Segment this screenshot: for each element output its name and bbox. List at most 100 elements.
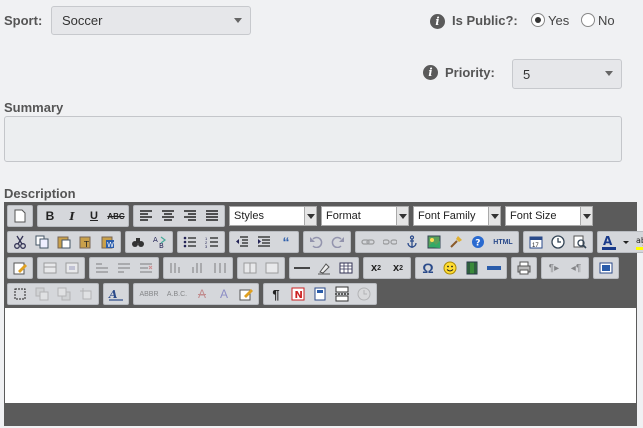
- visual-chars-icon[interactable]: ¶: [265, 284, 287, 304]
- link-icon[interactable]: [357, 232, 379, 252]
- copy-icon[interactable]: [31, 232, 53, 252]
- blockquote-icon[interactable]: “: [275, 232, 297, 252]
- cite-icon[interactable]: ABBR: [135, 284, 163, 304]
- horizontal-rule-icon[interactable]: [291, 258, 313, 278]
- insert-date-icon[interactable]: 17: [525, 232, 547, 252]
- strikethrough-icon[interactable]: ABC: [105, 206, 127, 226]
- paste-icon[interactable]: [53, 232, 75, 252]
- format-dropdown[interactable]: Format: [321, 206, 409, 226]
- paste-word-icon[interactable]: W: [97, 232, 119, 252]
- chevron-down-icon: [580, 207, 592, 225]
- delete-col-icon[interactable]: [209, 258, 231, 278]
- bold-icon[interactable]: B: [39, 206, 61, 226]
- insert-col-after-icon[interactable]: [187, 258, 209, 278]
- restore-draft-icon[interactable]: [353, 284, 375, 304]
- split-cells-icon[interactable]: [239, 258, 261, 278]
- insert-row-after-icon[interactable]: [113, 258, 135, 278]
- merge-cells-icon[interactable]: [261, 258, 283, 278]
- undo-icon[interactable]: [305, 232, 327, 252]
- radio-yes[interactable]: [531, 13, 545, 27]
- chevron-down-icon: [488, 207, 500, 225]
- insert-col-before-icon[interactable]: [165, 258, 187, 278]
- html-source-icon[interactable]: HTML: [489, 232, 517, 252]
- cleanup-icon[interactable]: [445, 232, 467, 252]
- cut-icon[interactable]: [9, 232, 31, 252]
- svg-text:17: 17: [532, 243, 539, 249]
- font-family-dropdown[interactable]: Font Family: [413, 206, 501, 226]
- table-cell-props-icon[interactable]: [61, 258, 83, 278]
- description-editor-area[interactable]: [5, 308, 636, 403]
- redo-icon[interactable]: [327, 232, 349, 252]
- template-icon[interactable]: [309, 284, 331, 304]
- is-public-label: Is Public?:: [452, 13, 518, 28]
- svg-text:T: T: [83, 240, 89, 249]
- find-icon[interactable]: [127, 232, 149, 252]
- info-icon[interactable]: i: [430, 14, 445, 29]
- indent-icon[interactable]: [253, 232, 275, 252]
- acronym-icon[interactable]: A.B.C.: [163, 284, 191, 304]
- summary-input[interactable]: [4, 116, 622, 162]
- radio-yes-label: Yes: [548, 13, 570, 28]
- table-row-props-icon[interactable]: [39, 258, 61, 278]
- advanced-hr-icon[interactable]: [483, 258, 505, 278]
- sport-select[interactable]: Soccer: [51, 6, 251, 35]
- highlight-color-icon[interactable]: ab: [633, 232, 643, 252]
- priority-select[interactable]: 5: [512, 59, 622, 89]
- rich-text-editor: B I U ABC Styles Format Font Family Font…: [4, 202, 643, 426]
- chevron-down-icon: [234, 17, 242, 23]
- insert-row-before-icon[interactable]: [91, 258, 113, 278]
- replace-icon[interactable]: AB: [149, 232, 171, 252]
- absolute-icon[interactable]: [75, 284, 97, 304]
- print-icon[interactable]: [513, 258, 535, 278]
- italic-icon[interactable]: I: [61, 206, 83, 226]
- move-backward-icon[interactable]: [53, 284, 75, 304]
- edit-css-icon[interactable]: [9, 258, 31, 278]
- radio-no[interactable]: [581, 13, 595, 27]
- align-center-icon[interactable]: [157, 206, 179, 226]
- superscript-icon[interactable]: x2: [387, 258, 409, 278]
- styleprops-icon[interactable]: A: [105, 284, 127, 304]
- outdent-icon[interactable]: [231, 232, 253, 252]
- align-justify-icon[interactable]: [201, 206, 223, 226]
- attribs-icon[interactable]: [235, 284, 257, 304]
- page-break-icon[interactable]: [331, 284, 353, 304]
- priority-label: Priority:: [445, 65, 495, 80]
- non-breaking-icon[interactable]: N: [287, 284, 309, 304]
- remove-format-icon[interactable]: [313, 258, 335, 278]
- chevron-down-icon: [396, 207, 408, 225]
- align-left-icon[interactable]: [135, 206, 157, 226]
- svg-text:3: 3: [205, 244, 208, 248]
- insert-layer-icon[interactable]: [9, 284, 31, 304]
- move-forward-icon[interactable]: [31, 284, 53, 304]
- fullscreen-icon[interactable]: [595, 258, 617, 278]
- numbered-list-icon[interactable]: 123: [201, 232, 223, 252]
- emoticon-icon[interactable]: [439, 258, 461, 278]
- paste-text-icon[interactable]: T: [75, 232, 97, 252]
- align-right-icon[interactable]: [179, 206, 201, 226]
- text-color-icon[interactable]: A: [599, 232, 633, 252]
- chevron-down-icon: [605, 71, 613, 76]
- rtl-icon[interactable]: ◂¶: [565, 258, 587, 278]
- ins-icon[interactable]: A: [213, 284, 235, 304]
- svg-text:N: N: [295, 290, 303, 301]
- image-icon[interactable]: [423, 232, 445, 252]
- preview-icon[interactable]: [569, 232, 591, 252]
- help-icon[interactable]: ?: [467, 232, 489, 252]
- table-icon[interactable]: [335, 258, 357, 278]
- anchor-icon[interactable]: [401, 232, 423, 252]
- new-document-icon[interactable]: [9, 206, 31, 226]
- bullet-list-icon[interactable]: [179, 232, 201, 252]
- priority-select-value: 5: [523, 66, 531, 82]
- del-icon[interactable]: A: [191, 284, 213, 304]
- special-char-icon[interactable]: Ω: [417, 258, 439, 278]
- info-icon[interactable]: i: [423, 65, 438, 80]
- ltr-icon[interactable]: ¶▸: [543, 258, 565, 278]
- insert-time-icon[interactable]: [547, 232, 569, 252]
- subscript-icon[interactable]: x2: [365, 258, 387, 278]
- unlink-icon[interactable]: [379, 232, 401, 252]
- delete-row-icon[interactable]: [135, 258, 157, 278]
- media-icon[interactable]: [461, 258, 483, 278]
- styles-dropdown[interactable]: Styles: [229, 206, 317, 226]
- underline-icon[interactable]: U: [83, 206, 105, 226]
- font-size-dropdown[interactable]: Font Size: [505, 206, 593, 226]
